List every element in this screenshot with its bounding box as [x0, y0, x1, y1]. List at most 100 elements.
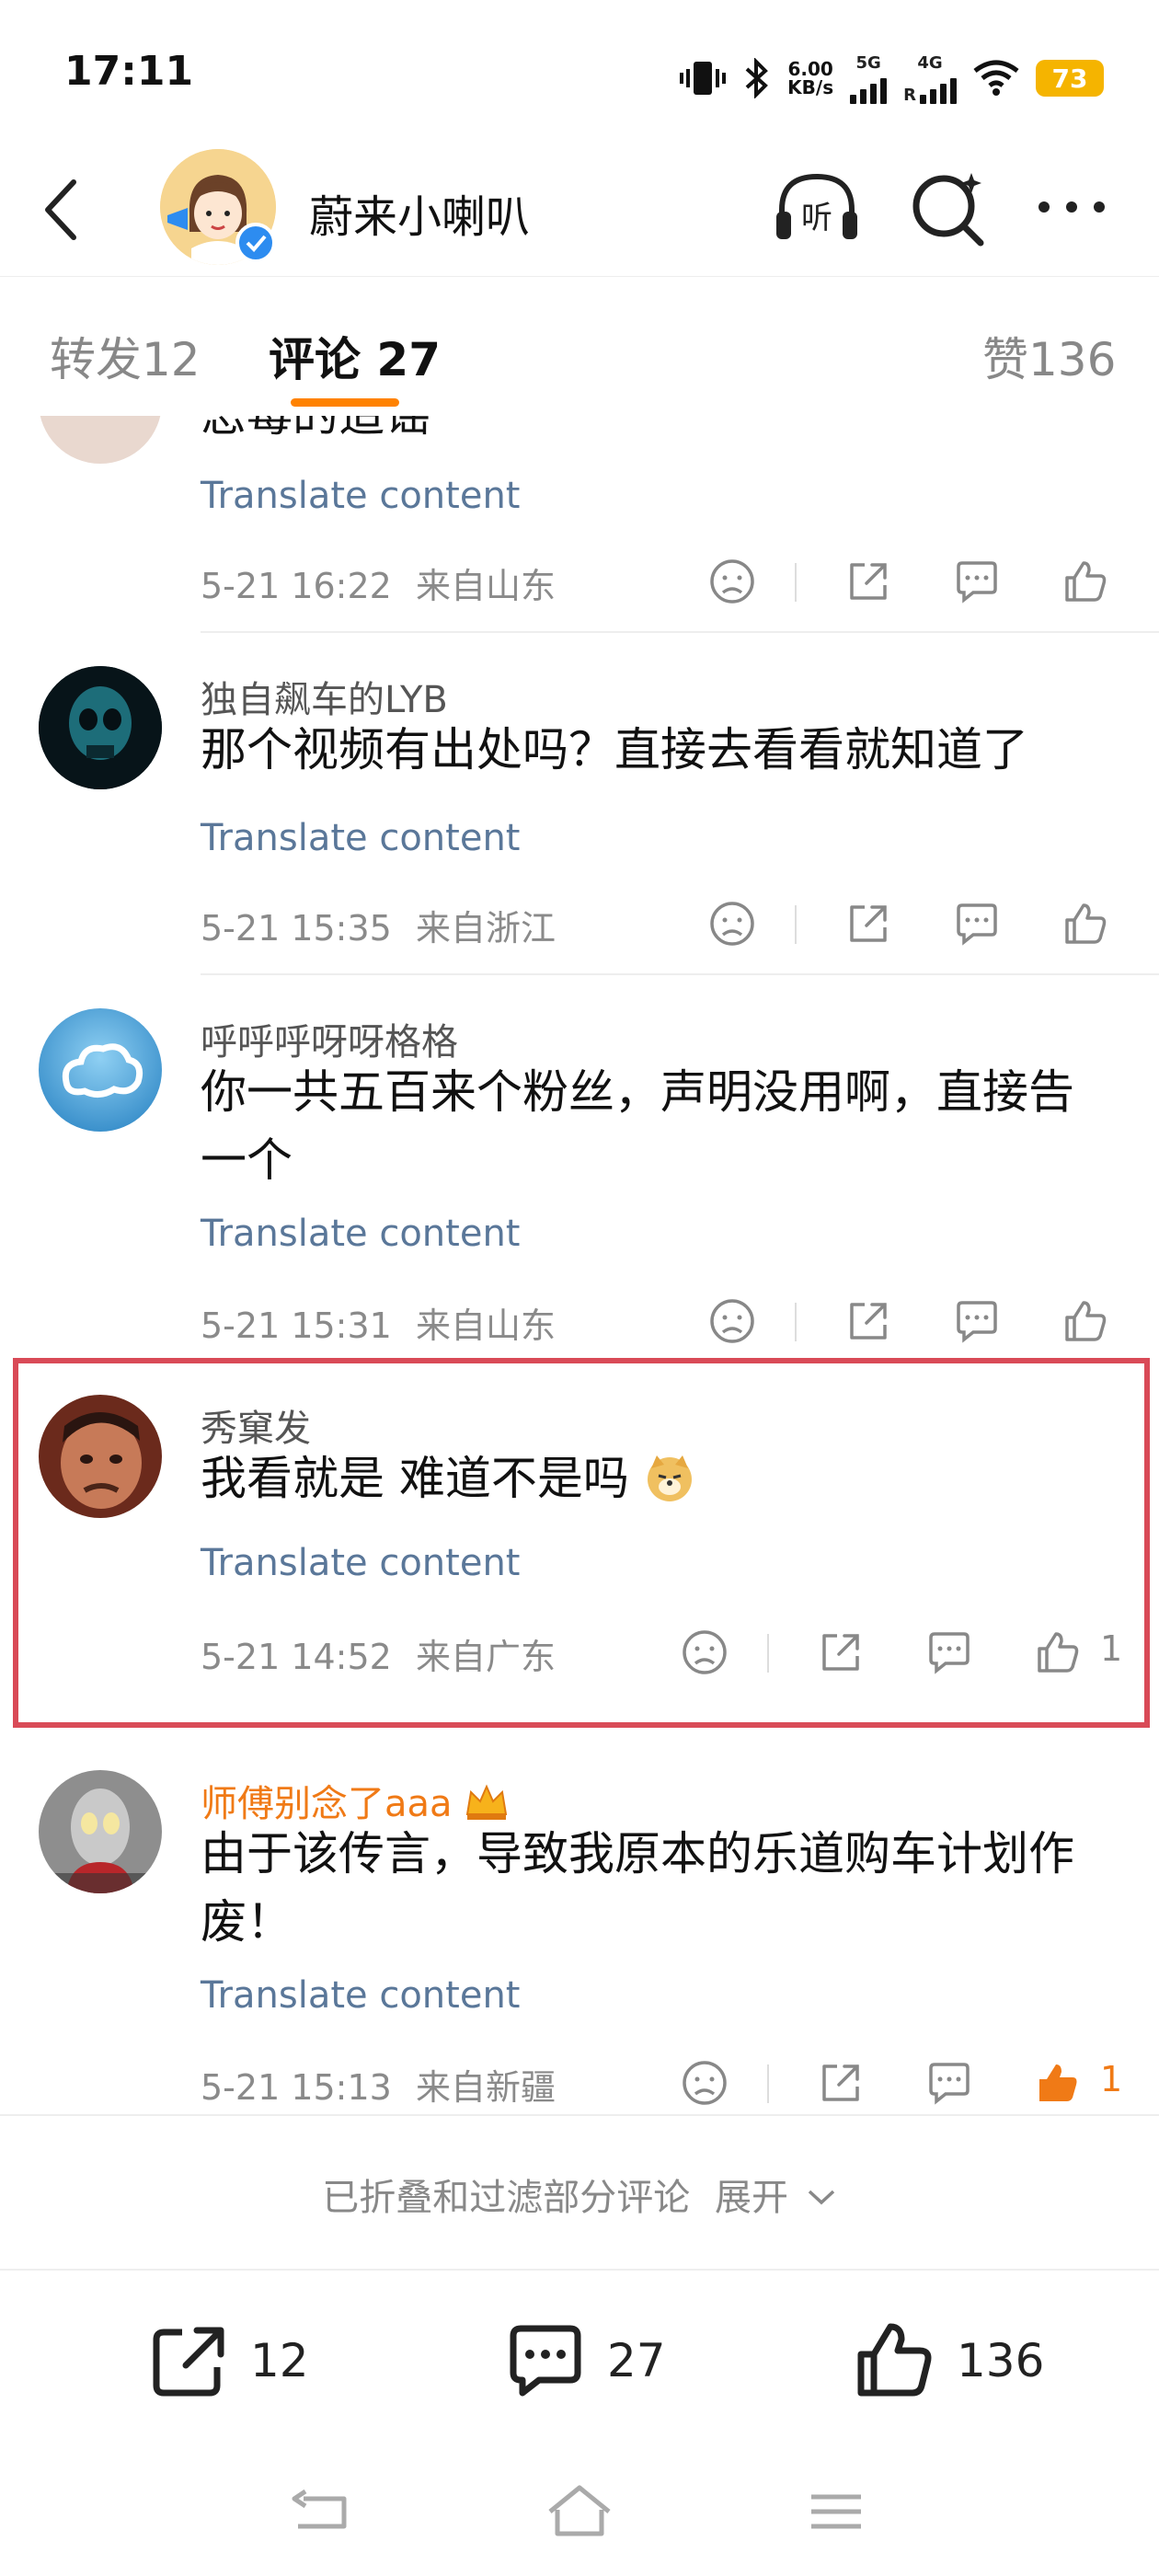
comment-text: 由于该传言，导致我原本的乐道购车计划作废！: [201, 1827, 1074, 1949]
chevron-down-icon: [808, 2190, 834, 2205]
more-icon[interactable]: [1030, 184, 1113, 230]
folded-comments-text: 已折叠和过滤部分评论 展开: [0, 2168, 1159, 2221]
repost-count: 12: [250, 2334, 309, 2387]
translate-link[interactable]: Translate content: [201, 475, 520, 517]
dislike-icon[interactable]: [708, 1297, 756, 1345]
like-count: 1: [1100, 2059, 1123, 2099]
like-icon: [857, 2323, 932, 2397]
bluetooth-icon: [745, 58, 769, 98]
repost-button[interactable]: 12: [147, 2315, 309, 2407]
like-icon[interactable]: [1061, 1297, 1109, 1345]
comment-avatar[interactable]: [39, 666, 162, 789]
tab-likes-count: 136: [1028, 333, 1117, 386]
share-icon: [153, 2327, 224, 2397]
reply-icon[interactable]: [953, 558, 1001, 605]
comment-avatar[interactable]: [39, 416, 162, 464]
translate-link[interactable]: Translate content: [201, 1213, 520, 1255]
verified-badge-icon: [235, 223, 276, 263]
signal-bars-icon: [850, 73, 888, 104]
comment-text: 你一共五百来个粉丝，声明没用啊，直接告一个: [201, 1065, 1074, 1187]
action-separator: [795, 905, 797, 944]
signal-sim2: 4G R: [903, 53, 957, 104]
action-separator: [767, 2064, 769, 2103]
comment-icon: [510, 2325, 581, 2397]
comment-date: 5-21 15:31: [201, 1305, 392, 1346]
back-icon[interactable]: [33, 175, 92, 245]
comment-actions: [681, 1294, 1159, 1349]
comment-actions: [681, 554, 1159, 609]
account-name[interactable]: 蔚来小喇叭: [309, 180, 530, 245]
like-button[interactable]: 136: [854, 2315, 1044, 2407]
network-speed: 6.00 KB/s: [787, 60, 833, 97]
comment-text: 那个视频有出处吗？直接去看看就知道了: [201, 723, 1028, 776]
comment-date: 5-21 15:13: [201, 2067, 392, 2108]
folded-comments-notice[interactable]: 已折叠和过滤部分评论 展开: [0, 2114, 1159, 2271]
tab-comments-count: 27: [376, 333, 442, 386]
comment-divider: [201, 973, 1159, 975]
comment-button[interactable]: 27: [504, 2315, 666, 2407]
comment-avatar[interactable]: [39, 1770, 162, 1893]
tab-comments[interactable]: 评论 27: [269, 323, 441, 389]
share-icon[interactable]: [817, 2059, 865, 2107]
svg-text:听: 听: [801, 200, 832, 236]
like-icon[interactable]: [1061, 558, 1109, 605]
like-icon-active[interactable]: [1034, 2059, 1082, 2107]
comment-location: 来自山东: [415, 566, 556, 606]
network-speed-value: 6.00: [787, 58, 833, 80]
skull-avatar-icon: [39, 666, 162, 789]
translate-link[interactable]: Translate content: [201, 1974, 520, 2017]
share-icon[interactable]: [844, 1297, 892, 1345]
tab-likes[interactable]: 赞136: [982, 323, 1116, 389]
nav-home-icon[interactable]: [543, 2480, 616, 2545]
comment-actions: 1: [681, 2055, 1159, 2110]
expand-link[interactable]: 展开: [715, 2177, 788, 2219]
nav-menu-icon[interactable]: [800, 2480, 874, 2545]
ultraman-avatar-icon: [39, 1770, 162, 1893]
comment-meta: 5-21 15:31 来自山东: [201, 1297, 556, 1348]
like-icon[interactable]: [1061, 900, 1109, 948]
reply-icon[interactable]: [925, 2059, 973, 2107]
system-nav-bar: [0, 2453, 1159, 2576]
tab-likes-label: 赞: [982, 333, 1028, 386]
comment-date: 5-21 15:35: [201, 908, 392, 949]
share-icon[interactable]: [844, 900, 892, 948]
active-tab-indicator: [291, 398, 399, 407]
comment-location: 来自山东: [415, 1305, 556, 1346]
sim1-label: 5G: [855, 52, 881, 73]
vibrate-icon: [680, 62, 727, 95]
reply-icon[interactable]: [953, 900, 1001, 948]
comment-date: 5-21 16:22: [201, 566, 392, 606]
bottom-action-bar: 12 27 136: [0, 2269, 1159, 2453]
folded-label: 已折叠和过滤部分评论: [322, 2177, 691, 2219]
dislike-icon[interactable]: [708, 900, 756, 948]
comment-list: 恶毒的造谣 Translate content 5-21 16:22 来自山东 …: [0, 416, 1159, 2114]
reply-icon[interactable]: [953, 1297, 1001, 1345]
comment-actions: [681, 896, 1159, 951]
action-separator: [795, 563, 797, 602]
roaming-indicator: R: [903, 85, 916, 105]
network-speed-unit: KB/s: [787, 76, 834, 98]
listen-icon[interactable]: 听: [771, 166, 863, 248]
comment-location: 来自浙江: [415, 908, 556, 949]
tab-repost-label: 转发: [50, 333, 142, 386]
dislike-icon[interactable]: [681, 2059, 729, 2107]
nav-back-icon[interactable]: [285, 2480, 359, 2545]
translate-link[interactable]: Translate content: [201, 817, 520, 859]
tab-comments-label: 评论: [269, 333, 361, 386]
status-bar: 17:11 6.00 KB/s 5G 4G R 73: [0, 0, 1159, 138]
tab-repost[interactable]: 转发12: [50, 323, 201, 389]
sim2-label: 4G: [917, 52, 943, 73]
share-icon[interactable]: [844, 558, 892, 605]
status-icons: 6.00 KB/s 5G 4G R 73: [679, 46, 1104, 110]
search-icon[interactable]: [907, 166, 990, 248]
clock: 17:11: [64, 48, 194, 95]
crown-badge-icon: [466, 1784, 508, 1820]
dislike-icon[interactable]: [708, 558, 756, 605]
comment-meta: 5-21 16:22 来自山东: [201, 558, 556, 608]
action-separator: [795, 1303, 797, 1341]
signal-bars-icon: R: [903, 73, 957, 104]
comment-avatar[interactable]: [39, 1008, 162, 1132]
highlight-box: [13, 1358, 1150, 1728]
cloud-avatar-icon: [39, 1008, 162, 1132]
tab-bar: 转发12 评论 27 赞136: [0, 276, 1159, 414]
